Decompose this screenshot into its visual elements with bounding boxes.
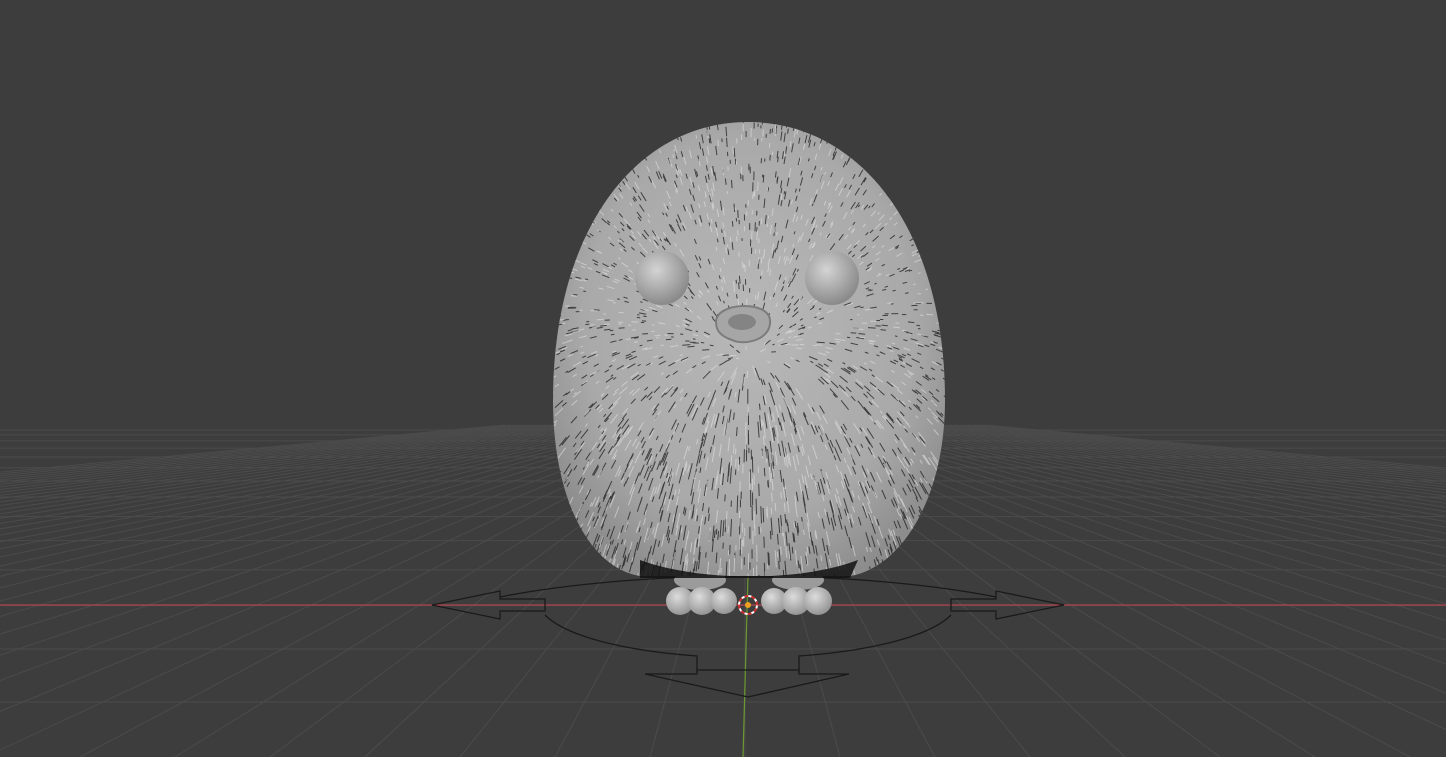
viewport-scene	[0, 114, 1446, 757]
3d-viewport[interactable]	[0, 0, 1446, 757]
left-eye	[635, 251, 689, 305]
penguin-body[interactable]	[546, 114, 950, 594]
right-eye	[805, 251, 859, 305]
